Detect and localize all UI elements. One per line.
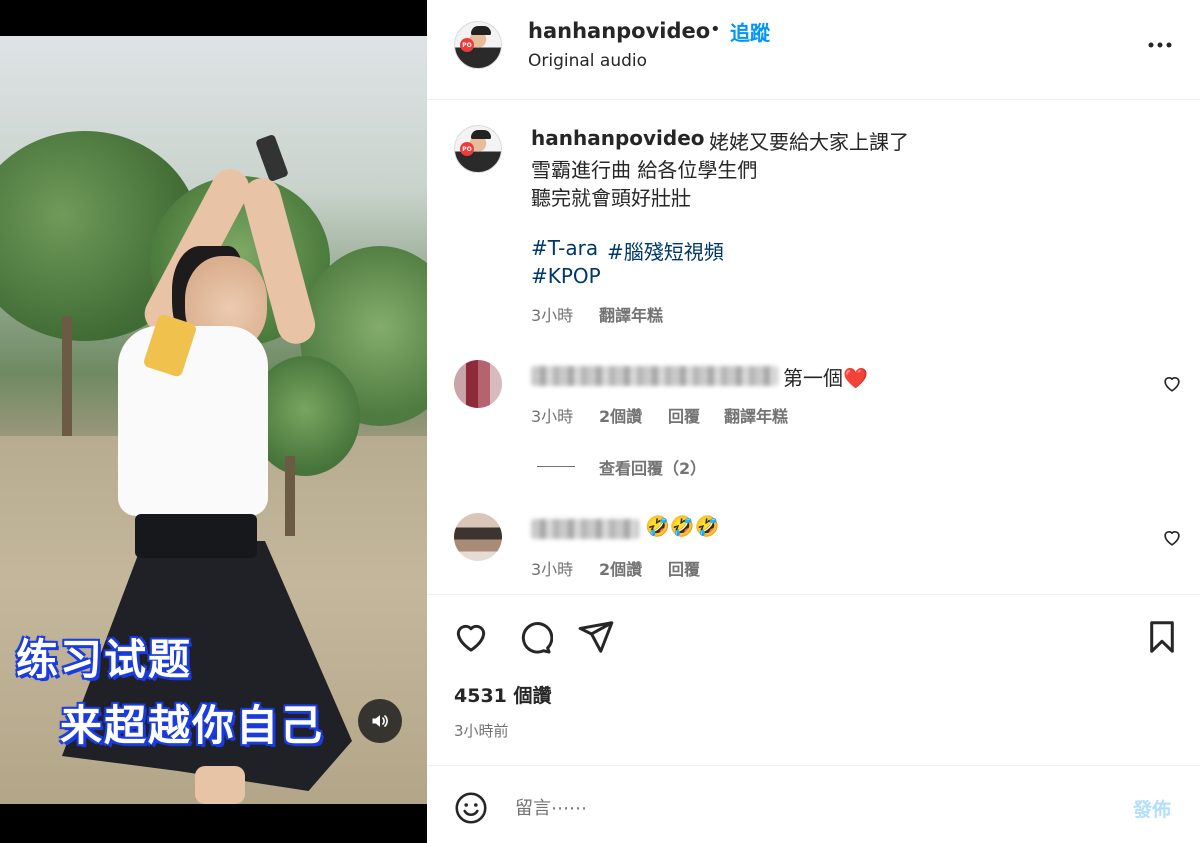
post-side-panel: PO hanhanpovideo • 追蹤 Original audio PO … [427,0,1200,843]
video-subtitle-line2: 来超越你自己 [60,701,325,750]
caption-line: 聽完就會頭好壯壯 [531,186,691,210]
posted-time[interactable]: 3小時前 [454,720,509,741]
like-heart-icon[interactable] [452,618,490,656]
audio-label[interactable]: Original audio [528,51,647,71]
dancer-legs [195,766,245,804]
share-paper-plane-icon[interactable] [577,618,615,656]
caption-username[interactable]: hanhanpovideo [531,126,705,150]
speaker-icon [372,715,388,727]
video-pane[interactable]: 练习试题 来超越你自己 [0,0,427,843]
comment-composer: 發佈 [427,766,1200,843]
video-frame[interactable]: 练习试题 来超越你自己 [0,36,427,804]
bookmark-icon[interactable] [1143,618,1181,656]
comment-likes[interactable]: 2個讚 [599,403,642,427]
post-action-bar: 4531 個讚 3小時前 [427,594,1200,766]
comment-username-redacted[interactable] [531,366,778,386]
comment-text-body: 第一個 [783,366,843,390]
replies-divider [537,466,575,467]
post-comment-button[interactable]: 發佈 [1133,795,1171,822]
comment-text: 第一個❤️ [783,362,868,391]
comment-time[interactable]: 3小時 [531,556,573,580]
hashtag-link[interactable]: #T-ara [531,236,598,260]
reply-button[interactable]: 回覆 [668,403,700,427]
caption-text: 姥姥又要給大家上課了 [709,130,909,154]
follow-button[interactable]: 追蹤 [730,17,770,46]
emoji-smiley-icon[interactable] [453,790,489,826]
more-dots-icon [1148,42,1172,48]
hashtag-link[interactable]: #KPOP [531,264,601,288]
post-header: PO hanhanpovideo • 追蹤 Original audio [427,0,1200,100]
avatar[interactable]: PO [454,21,502,69]
caption-time[interactable]: 3小時 [531,302,573,326]
avatar-hair [471,130,491,139]
dancer-belt [135,514,257,558]
comment-username-redacted[interactable] [531,519,639,539]
red-heart-emoji: ❤️ [843,366,868,390]
dancer-figure [0,36,427,804]
likes-count[interactable]: 4531 個讚 [454,681,552,708]
comment-bubble-icon[interactable] [515,618,553,656]
dancer-phone [255,133,289,183]
comment-likes[interactable]: 2個讚 [599,556,642,580]
audio-toggle-button[interactable] [358,699,402,743]
header-separator: • [710,19,721,40]
hashtag-link[interactable]: #腦殘短視頻 [607,236,724,265]
comment-like-heart-icon[interactable] [1161,372,1183,394]
comment-avatar[interactable] [454,360,502,408]
caption-avatar[interactable]: PO [454,125,502,173]
comment-input[interactable] [515,790,1105,826]
caption-line: 雪霸進行曲 給各位學生們 [531,158,758,182]
translate-button[interactable]: 翻譯年糕 [724,403,788,427]
video-subtitle-line1: 练习试题 [16,635,193,684]
comment-text: 🤣🤣🤣 [645,514,720,538]
translate-button[interactable]: 翻譯年糕 [599,302,663,326]
view-replies-button[interactable]: 查看回覆（2） [599,455,706,479]
avatar-hair [471,26,491,35]
avatar-badge: PO [460,142,474,156]
header-username[interactable]: hanhanpovideo [528,19,710,43]
more-options-button[interactable] [1143,28,1177,62]
comment-like-heart-icon[interactable] [1161,526,1183,548]
dancer-shirt [118,326,268,516]
avatar-badge: PO [460,38,474,52]
comment-avatar[interactable] [454,513,502,561]
reply-button[interactable]: 回覆 [668,556,700,580]
comment-time[interactable]: 3小時 [531,403,573,427]
